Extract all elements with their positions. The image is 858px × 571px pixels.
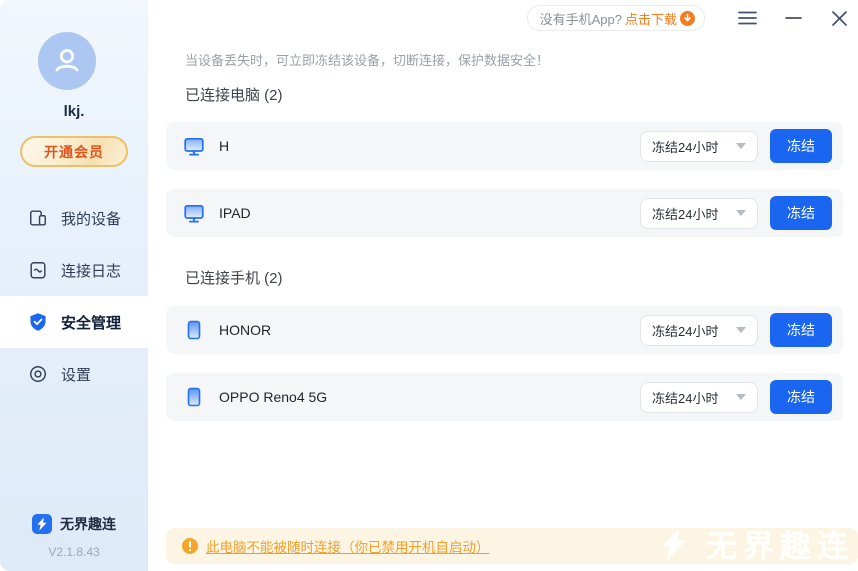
warning-icon xyxy=(182,538,198,554)
chevron-down-icon xyxy=(736,327,746,333)
hamburger-menu-icon[interactable] xyxy=(737,8,757,28)
sidebar-menu: 我的设备 连接日志 安全管理 设置 xyxy=(0,192,148,400)
section-title-phones: 已连接手机 (2) xyxy=(185,270,283,287)
device-row: OPPO Reno4 5G 冻结24小时 冻结 xyxy=(166,373,843,421)
freeze-duration-value: 冻结24小时 xyxy=(652,323,719,339)
chevron-down-icon xyxy=(736,143,746,149)
vip-upgrade-button[interactable]: 开通会员 xyxy=(20,136,128,167)
close-button[interactable] xyxy=(829,8,849,28)
sidebar-footer: 无界趣连 V2.1.8.43 xyxy=(0,514,148,559)
download-icon xyxy=(680,10,695,26)
autostart-warning-link[interactable]: 此电脑不能被随时连接（你已禁用开机自启动） xyxy=(206,536,490,556)
computer-icon xyxy=(183,202,205,224)
download-pill-action: 点击下载 xyxy=(624,11,677,27)
settings-icon xyxy=(28,364,48,384)
section-title-computers: 已连接电脑 (2) xyxy=(185,87,283,104)
sidebar: lkj. 开通会员 我的设备 连接日志 安全管理 设置 无界趣连 V2.1.8.… xyxy=(0,0,148,571)
download-app-button[interactable]: 没有手机App? 点击下载 xyxy=(526,5,705,31)
person-icon xyxy=(55,49,79,72)
sidebar-item-label: 我的设备 xyxy=(61,210,122,228)
freeze-duration-value: 冻结24小时 xyxy=(652,206,719,222)
freeze-duration-select[interactable]: 冻结24小时 xyxy=(640,381,758,413)
freeze-duration-value: 冻结24小时 xyxy=(652,390,719,406)
app-window: lkj. 开通会员 我的设备 连接日志 安全管理 设置 无界趣连 V2.1.8.… xyxy=(0,0,858,571)
app-logo-icon xyxy=(32,514,52,534)
freeze-duration-value: 冻结24小时 xyxy=(652,139,719,155)
title-bar: 没有手机App? 点击下载 xyxy=(526,5,849,31)
log-icon xyxy=(28,260,48,280)
device-row: HONOR 冻结24小时 冻结 xyxy=(166,306,843,354)
shield-check-icon xyxy=(28,312,48,332)
sidebar-item-connection-log[interactable]: 连接日志 xyxy=(0,244,148,296)
device-name: IPAD xyxy=(219,205,251,221)
freeze-duration-select[interactable]: 冻结24小时 xyxy=(640,130,758,162)
sidebar-item-settings[interactable]: 设置 xyxy=(0,348,148,400)
phone-icon xyxy=(183,386,205,408)
freeze-button[interactable]: 冻结 xyxy=(770,380,832,414)
freeze-button[interactable]: 冻结 xyxy=(770,129,832,163)
chevron-down-icon xyxy=(736,394,746,400)
freeze-button[interactable]: 冻结 xyxy=(770,313,832,347)
device-name: HONOR xyxy=(219,322,272,338)
sidebar-item-label: 安全管理 xyxy=(61,314,122,332)
user-avatar[interactable] xyxy=(38,32,96,90)
devices-icon xyxy=(28,208,48,228)
device-row: IPAD 冻结24小时 冻结 xyxy=(166,189,843,237)
username: lkj. xyxy=(63,103,85,120)
sidebar-item-my-devices[interactable]: 我的设备 xyxy=(0,192,148,244)
freeze-button[interactable]: 冻结 xyxy=(770,196,832,230)
autostart-warning-bar: 此电脑不能被随时连接（你已禁用开机自启动） xyxy=(166,528,858,564)
chevron-down-icon xyxy=(736,210,746,216)
main-area: 没有手机App? 点击下载 当设备丢失时，可立即冻结该设备，切断连接，保护数据安… xyxy=(148,0,858,571)
device-row: H 冻结24小时 冻结 xyxy=(166,122,843,170)
device-name: H xyxy=(219,138,230,154)
freeze-duration-select[interactable]: 冻结24小时 xyxy=(640,197,758,229)
phone-icon xyxy=(183,319,205,341)
download-pill-question: 没有手机App? xyxy=(539,11,622,27)
app-name: 无界趣连 xyxy=(60,516,116,532)
freeze-duration-select[interactable]: 冻结24小时 xyxy=(640,314,758,346)
computer-icon xyxy=(183,135,205,157)
minimize-button[interactable] xyxy=(783,8,803,28)
sidebar-item-label: 连接日志 xyxy=(61,262,122,280)
sidebar-item-security[interactable]: 安全管理 xyxy=(0,296,148,348)
security-description: 当设备丢失时，可立即冻结该设备，切断连接，保护数据安全！ xyxy=(185,53,550,68)
device-name: OPPO Reno4 5G xyxy=(219,389,328,405)
app-version: V2.1.8.43 xyxy=(48,545,100,559)
sidebar-item-label: 设置 xyxy=(61,366,92,384)
